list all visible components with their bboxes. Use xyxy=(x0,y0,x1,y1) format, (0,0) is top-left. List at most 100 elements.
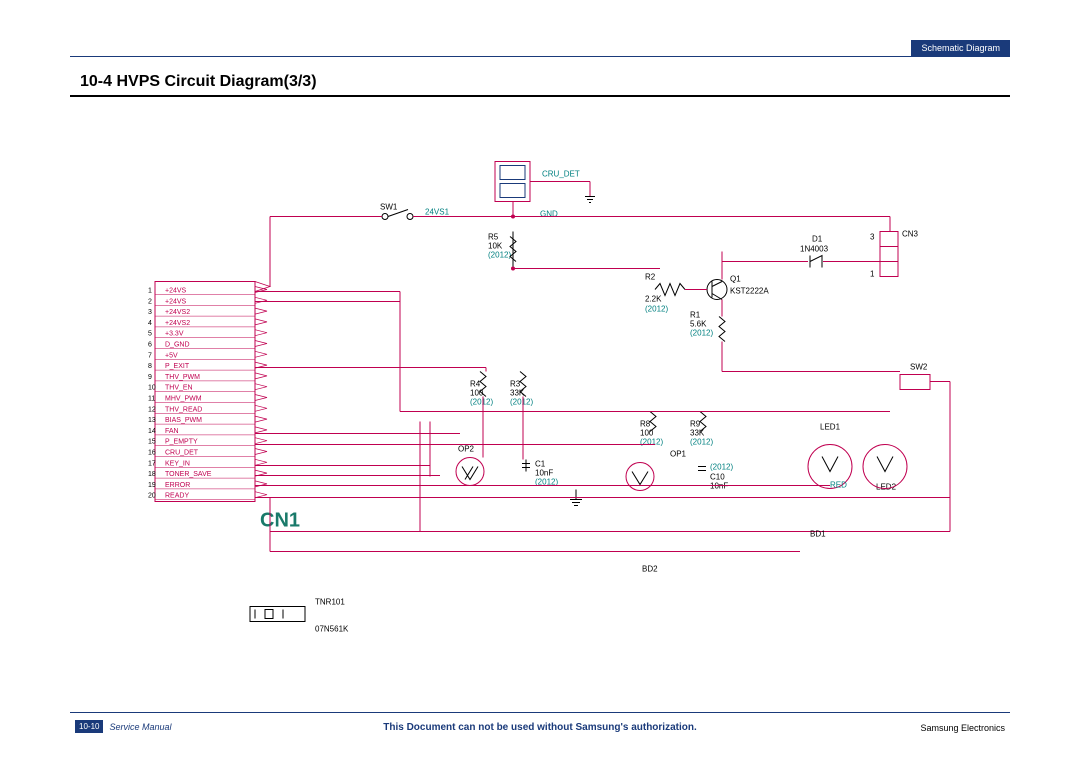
r1: R1 5.6K (2012) xyxy=(690,311,725,372)
pin-label: THV_PWM xyxy=(165,374,200,381)
svg-text:(2012): (2012) xyxy=(470,398,493,407)
led2: LED2 xyxy=(863,445,907,492)
connector-pins: 1+24VS2+24VS3+24VS24+24VS25+3.3V6D_GND7+… xyxy=(148,287,267,500)
pin-num: 8 xyxy=(148,363,152,370)
svg-text:(2012): (2012) xyxy=(690,329,713,338)
r2: R2 2.2K (2012) xyxy=(645,273,685,314)
svg-text:(2012): (2012) xyxy=(510,398,533,407)
pin-num: 18 xyxy=(148,471,156,478)
pin-num: 9 xyxy=(148,374,152,381)
pin-num: 12 xyxy=(148,406,156,413)
c10: (2012) C10 10nF xyxy=(698,463,733,491)
svg-text:R2: R2 xyxy=(645,273,656,282)
cn1-label: CN1 xyxy=(260,510,300,532)
pin-num: 20 xyxy=(148,493,156,500)
pin-num: 15 xyxy=(148,439,156,446)
pin-num: 4 xyxy=(148,320,152,327)
svg-text:R8: R8 xyxy=(640,420,651,429)
pin-num: 11 xyxy=(148,396,155,403)
svg-text:24VS1: 24VS1 xyxy=(425,208,450,217)
pin-label: D_GND xyxy=(165,342,190,349)
footer-right: Samsung Electronics xyxy=(920,723,1005,733)
r9: R9 33K (2012) xyxy=(690,412,713,447)
cn3: CN3 3 1 xyxy=(870,217,919,279)
svg-text:BD1: BD1 xyxy=(810,530,826,539)
pin-label: P_EXIT xyxy=(165,363,190,370)
svg-text:1: 1 xyxy=(870,270,875,279)
tnr101: TNR101 07N561K xyxy=(250,598,349,634)
pin-num: 5 xyxy=(148,331,152,338)
svg-text:OP2: OP2 xyxy=(458,445,475,454)
title-underline xyxy=(70,95,1010,97)
pin-label: READY xyxy=(165,493,189,500)
pin-label: +24VS2 xyxy=(165,309,190,316)
pin-num: 16 xyxy=(148,450,156,457)
schematic-svg: CN1 1+24VS2+24VS3+24VS24+24VS25+3.3V6D_G… xyxy=(70,110,1010,693)
pin-num: 10 xyxy=(148,385,156,392)
svg-text:(2012): (2012) xyxy=(488,251,511,260)
pin-label: THV_EN xyxy=(165,385,193,392)
led1: LED1 RED xyxy=(808,423,852,490)
svg-text:SW2: SW2 xyxy=(910,363,928,372)
svg-text:R9: R9 xyxy=(690,420,701,429)
op1: OP1 xyxy=(626,450,687,491)
pin-label: KEY_IN xyxy=(165,460,190,467)
op2: OP2 xyxy=(456,445,484,486)
d1: D1 1N4003 xyxy=(722,235,880,268)
pin-label: +24VS2 xyxy=(165,320,190,327)
pin-label: P_EMPTY xyxy=(165,439,198,446)
pin-num: 3 xyxy=(148,309,152,316)
svg-text:2.2K: 2.2K xyxy=(645,295,662,304)
pin-num: 19 xyxy=(148,482,156,489)
pin-label: CRU_DET xyxy=(165,450,199,457)
svg-text:BD2: BD2 xyxy=(642,565,658,574)
cru-det-block: CRU_DET GND xyxy=(495,162,595,219)
pin-label: BIAS_PWM xyxy=(165,417,202,424)
pin-label: THV_READ xyxy=(165,406,202,413)
pin-label: +24VS xyxy=(165,288,187,295)
svg-text:3: 3 xyxy=(870,233,875,242)
footer-center: This Document can not be used without Sa… xyxy=(0,722,1080,733)
pin-label: +3.3V xyxy=(165,331,184,338)
c1: C1 10nF (2012) xyxy=(522,460,558,487)
svg-text:RED: RED xyxy=(830,481,847,490)
svg-text:GND: GND xyxy=(540,210,558,219)
sw2: SW2 xyxy=(722,363,950,532)
svg-text:Q1: Q1 xyxy=(730,275,741,284)
svg-text:OP1: OP1 xyxy=(670,450,687,459)
page-title: 10-4 HVPS Circuit Diagram(3/3) xyxy=(80,73,317,91)
svg-text:LED1: LED1 xyxy=(820,423,841,432)
pin-num: 2 xyxy=(148,298,152,305)
pin-num: 1 xyxy=(148,288,152,295)
r8: R8 100 (2012) xyxy=(640,412,663,447)
svg-text:1N4003: 1N4003 xyxy=(800,245,829,254)
r5: R5 10K (2012) xyxy=(488,232,516,267)
svg-text:5.6K: 5.6K xyxy=(690,320,707,329)
rule-top xyxy=(70,56,1010,57)
r4: R4 100 (2012) xyxy=(470,372,493,407)
pin-label: TONER_SAVE xyxy=(165,471,212,478)
svg-text:C10: C10 xyxy=(710,473,725,482)
svg-text:(2012): (2012) xyxy=(645,305,668,314)
r3: R3 33K (2012) xyxy=(510,372,533,407)
svg-text:(2012): (2012) xyxy=(710,463,733,472)
pin-label: +5V xyxy=(165,352,178,359)
pin-num: 7 xyxy=(148,352,152,359)
rule-bottom xyxy=(70,712,1010,713)
pin-label: MHV_PWM xyxy=(165,396,202,403)
pin-label: FAN xyxy=(165,428,179,435)
svg-text:R5: R5 xyxy=(488,233,499,242)
svg-text:R4: R4 xyxy=(470,380,481,389)
svg-text:SW1: SW1 xyxy=(380,203,398,212)
pin-num: 17 xyxy=(148,460,156,467)
svg-text:KST2222A: KST2222A xyxy=(730,287,769,296)
svg-text:10nF: 10nF xyxy=(535,469,553,478)
schematic-canvas: CN1 1+24VS2+24VS3+24VS24+24VS25+3.3V6D_G… xyxy=(70,110,1010,693)
header-band: Schematic Diagram xyxy=(911,40,1010,56)
svg-text:07N561K: 07N561K xyxy=(315,625,349,634)
pin-label: +24VS xyxy=(165,298,187,305)
svg-text:C1: C1 xyxy=(535,460,546,469)
svg-text:10K: 10K xyxy=(488,242,503,251)
svg-text:(2012): (2012) xyxy=(690,438,713,447)
svg-text:TNR101: TNR101 xyxy=(315,598,345,607)
